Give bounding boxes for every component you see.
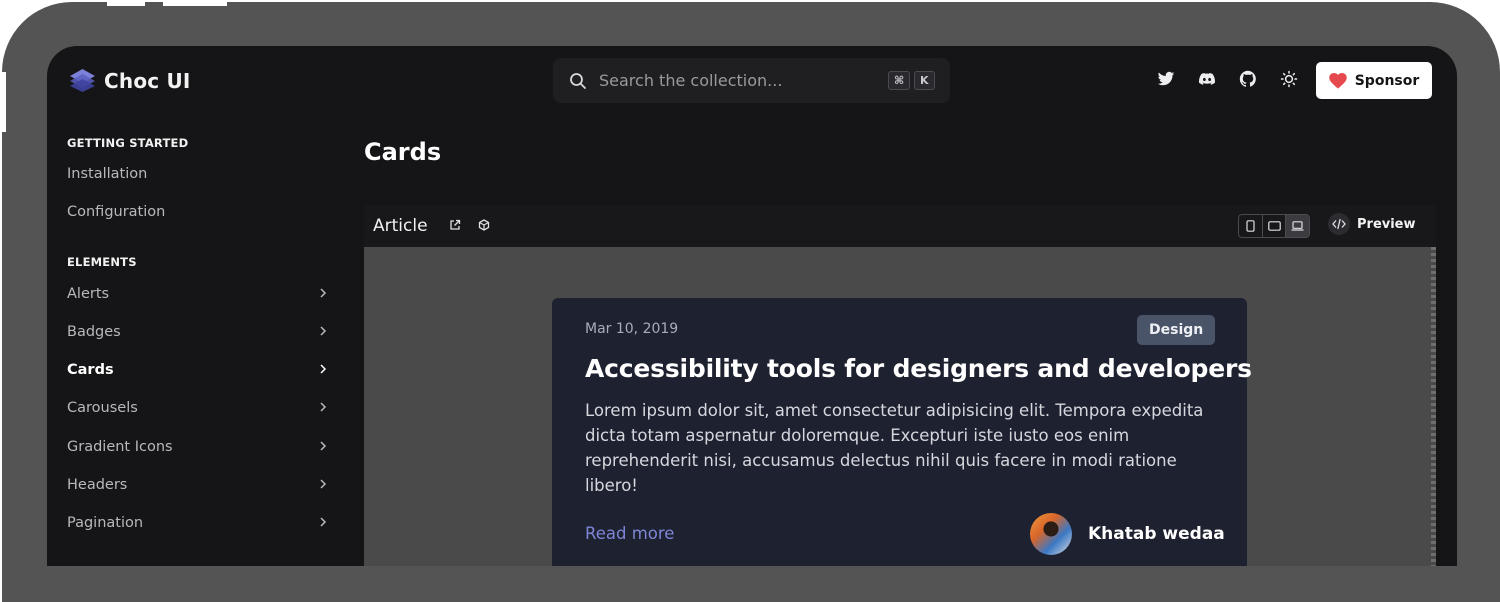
chevron-right-icon xyxy=(320,364,327,374)
read-more-link[interactable]: Read more xyxy=(585,524,674,543)
sidebar-item-label: Cards xyxy=(67,362,114,378)
sidebar-heading-getting-started: GETTING STARTED xyxy=(67,136,189,150)
panel-title: Article xyxy=(373,216,428,236)
tablet-icon xyxy=(1267,221,1281,231)
laptop-icon xyxy=(1291,221,1304,231)
sidebar-item-label: Pagination xyxy=(67,515,144,531)
article-card: Mar 10, 2019 Design Accessibility tools … xyxy=(552,298,1252,566)
kbd-k: K xyxy=(914,71,935,90)
sidebar-item-label: Headers xyxy=(67,477,128,493)
github-icon[interactable] xyxy=(1239,70,1257,88)
avatar xyxy=(1030,513,1072,555)
sidebar-item-label: Carousels xyxy=(67,400,138,416)
chevron-right-icon xyxy=(320,441,327,451)
view-tablet-button[interactable] xyxy=(1263,215,1287,237)
sidebar-item-carousels[interactable]: Carousels xyxy=(67,400,332,416)
search-bar[interactable]: Search the collection... ⌘ K xyxy=(553,58,950,103)
logo[interactable]: Choc UI xyxy=(69,68,191,93)
sidebar-item-cards[interactable]: Cards xyxy=(67,362,332,378)
mobile-icon xyxy=(1246,220,1255,232)
sidebar-item-pagination[interactable]: Pagination xyxy=(67,515,332,531)
theme-toggle-icon[interactable] xyxy=(1280,70,1298,88)
code-icon xyxy=(1332,218,1346,230)
chevron-right-icon xyxy=(320,326,327,336)
header-icons xyxy=(1157,70,1298,88)
author[interactable]: Khatab wedaa xyxy=(1030,513,1225,555)
page-title: Cards xyxy=(364,138,442,166)
search-placeholder: Search the collection... xyxy=(599,71,783,90)
sidebar-item-badges[interactable]: Badges xyxy=(67,324,332,340)
sponsor-label: Sponsor xyxy=(1354,72,1420,89)
author-name: Khatab wedaa xyxy=(1088,524,1225,544)
sidebar-item-gradient-icons[interactable]: Gradient Icons xyxy=(67,439,332,455)
resize-handle[interactable] xyxy=(1431,247,1436,566)
component-panel-toolbar: Article Preview xyxy=(364,205,1436,247)
heart-icon xyxy=(1328,72,1347,89)
twitter-icon[interactable] xyxy=(1157,70,1175,88)
article-title[interactable]: Accessibility tools for designers and de… xyxy=(585,354,1252,383)
search-icon xyxy=(570,72,586,89)
kbd-cmd: ⌘ xyxy=(888,71,911,90)
chevron-right-icon xyxy=(320,517,327,527)
codesandbox-icon[interactable] xyxy=(478,219,490,231)
app-name: Choc UI xyxy=(104,68,191,93)
device-notch xyxy=(107,2,227,6)
discord-icon[interactable] xyxy=(1198,70,1216,88)
chevron-right-icon xyxy=(320,288,327,298)
sidebar-item-alerts[interactable]: Alerts xyxy=(67,286,332,302)
chevron-right-icon xyxy=(320,402,327,412)
preview-toggle-button[interactable]: Preview xyxy=(1328,213,1416,235)
view-desktop-button[interactable] xyxy=(1286,215,1309,237)
chevron-right-icon xyxy=(320,479,327,489)
app-screen: Choc UI Search the collection... ⌘ K Spo… xyxy=(47,46,1457,566)
choc-logo-icon xyxy=(70,69,95,92)
category-badge[interactable]: Design xyxy=(1137,315,1216,345)
sidebar-item-label: Badges xyxy=(67,324,121,340)
article-excerpt: Lorem ipsum dolor sit, amet consectetur … xyxy=(585,401,1204,495)
device-side-button xyxy=(2,72,6,132)
sidebar-item-installation[interactable]: Installation xyxy=(67,166,332,182)
sidebar-heading-elements: ELEMENTS xyxy=(67,255,137,269)
sidebar-item-headers[interactable]: Headers xyxy=(67,477,332,493)
code-toggle xyxy=(1328,213,1350,235)
preview-label: Preview xyxy=(1357,216,1416,232)
sidebar-item-label: Gradient Icons xyxy=(67,439,173,455)
view-mobile-button[interactable] xyxy=(1239,215,1263,237)
external-link-icon[interactable] xyxy=(449,219,461,231)
sponsor-button[interactable]: Sponsor xyxy=(1316,62,1432,99)
viewport-toggle xyxy=(1238,214,1310,238)
device-frame: Choc UI Search the collection... ⌘ K Spo… xyxy=(2,2,1500,602)
sidebar-item-configuration[interactable]: Configuration xyxy=(67,204,332,220)
preview-canvas: Mar 10, 2019 Design Accessibility tools … xyxy=(364,247,1436,566)
sidebar-item-label: Alerts xyxy=(67,286,110,302)
article-date: Mar 10, 2019 xyxy=(585,321,679,337)
